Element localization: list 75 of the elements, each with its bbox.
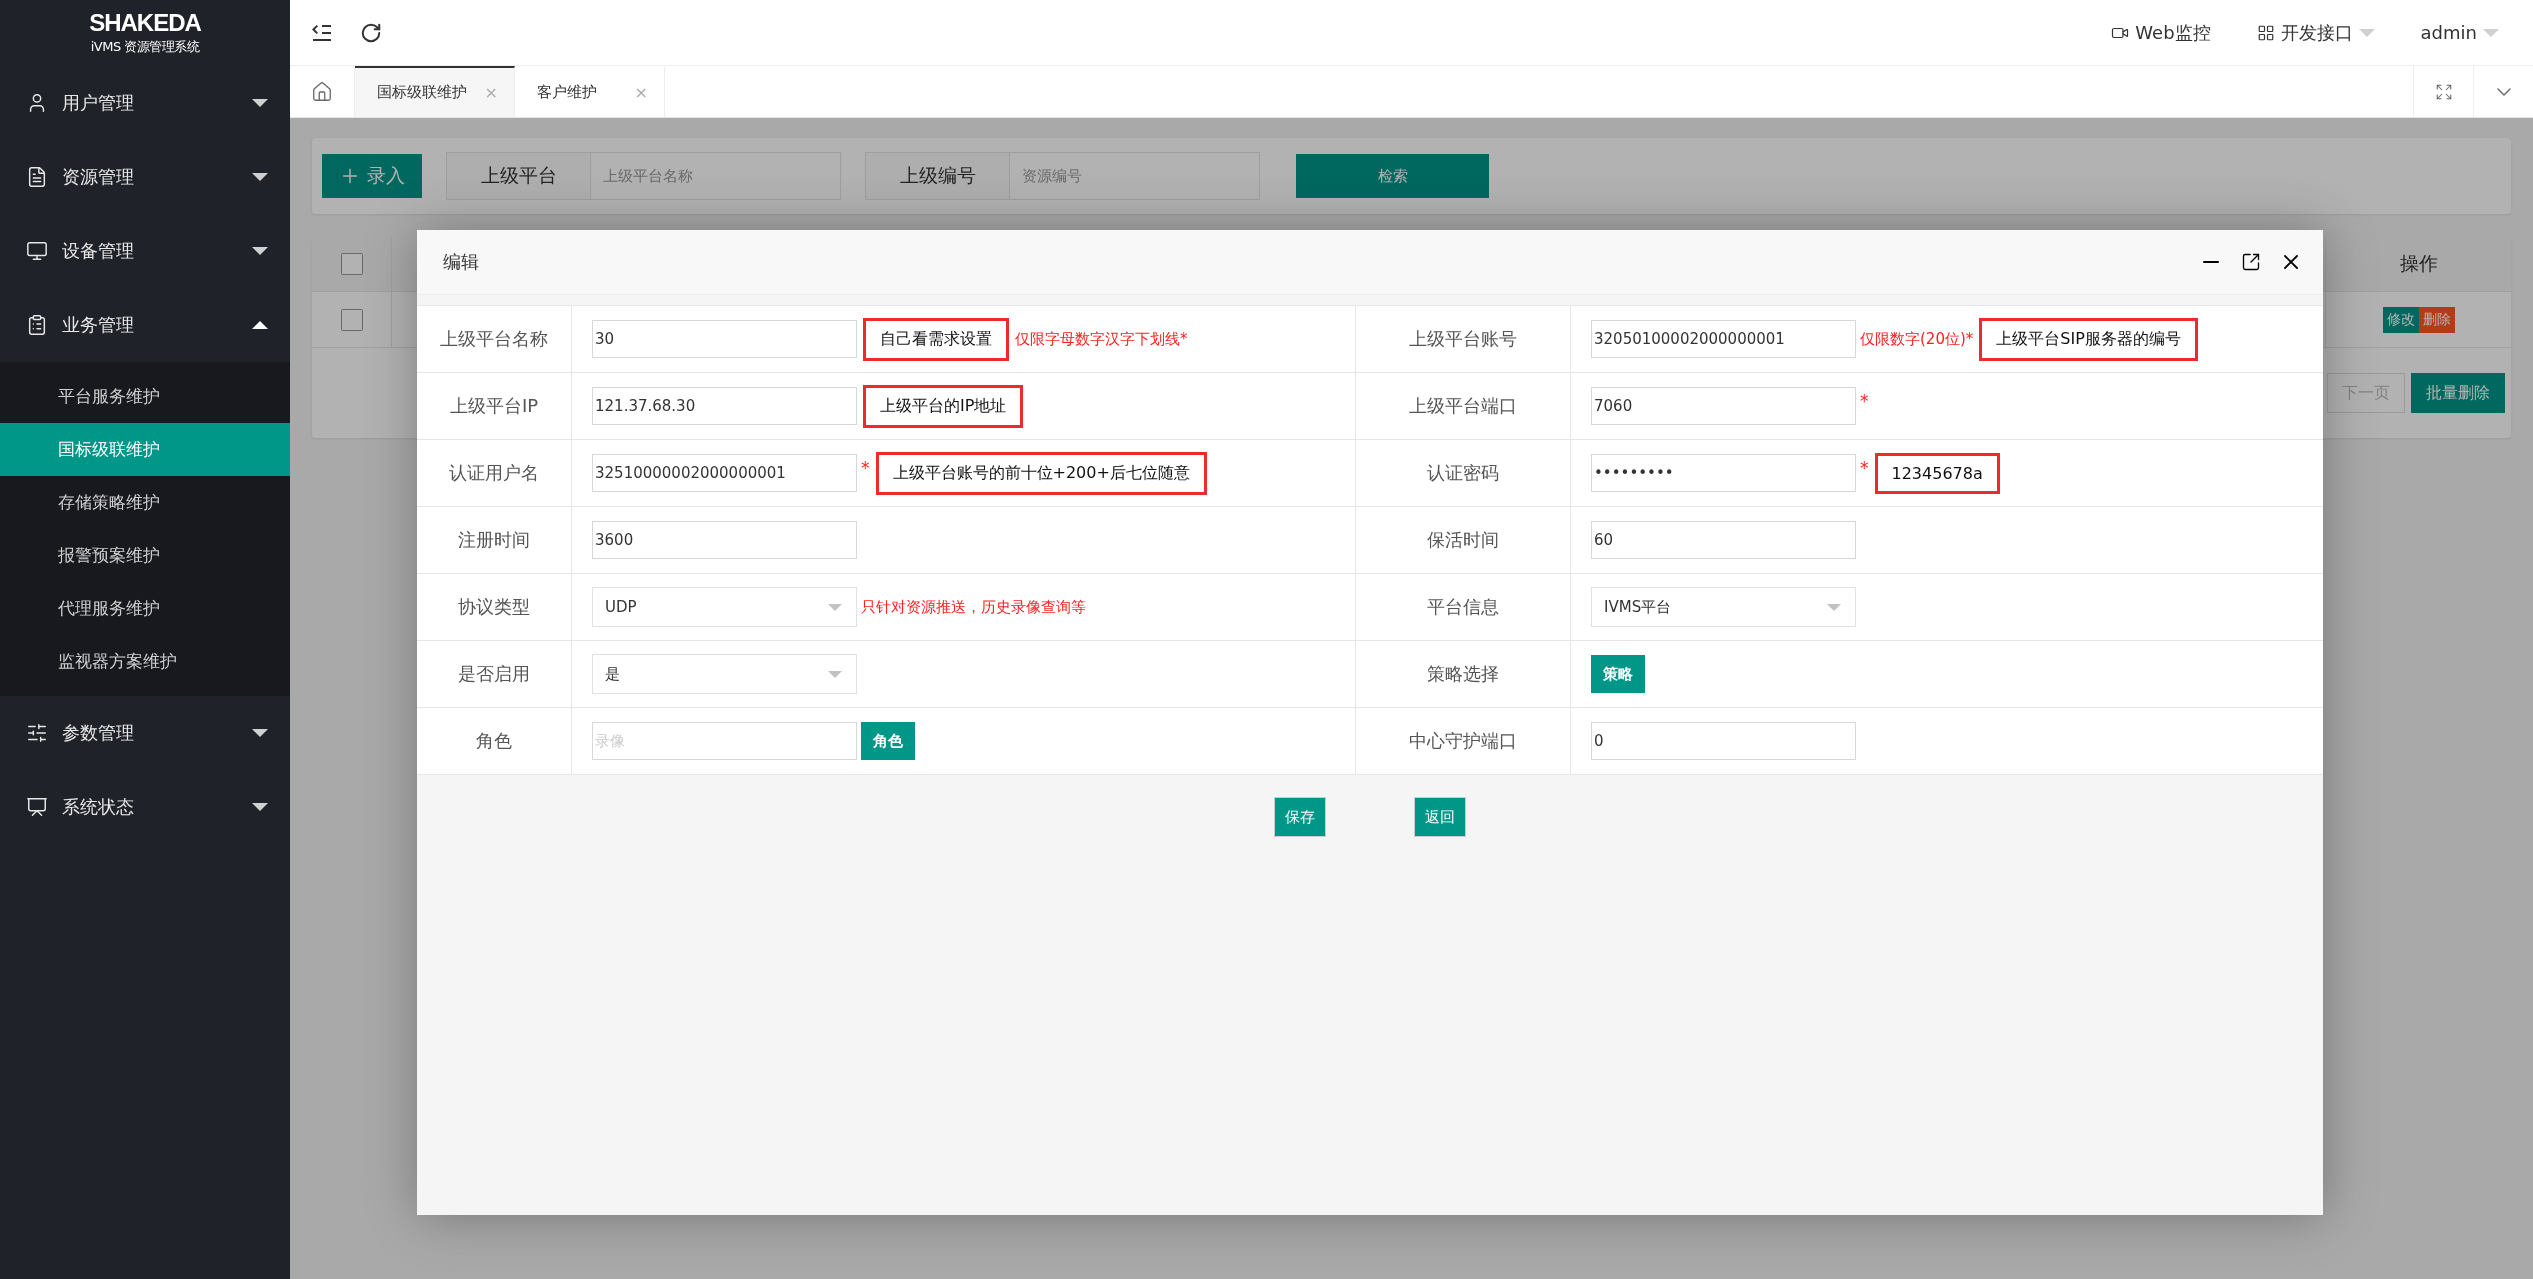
fullscreen-icon[interactable] — [2434, 82, 2453, 101]
text-field[interactable]: 7060 — [1591, 387, 1856, 425]
text-field[interactable]: 30 — [592, 320, 857, 358]
form-label: 中心守护端口 — [1355, 708, 1571, 775]
sidebar-menu-item[interactable]: 用户管理 — [0, 66, 290, 140]
filter-field[interactable]: 上级平台名称 — [591, 152, 841, 200]
select-field[interactable]: 是 — [592, 654, 857, 694]
sidebar-menu-item[interactable]: 业务管理 — [0, 288, 290, 362]
role-button[interactable]: 角色 — [861, 722, 915, 760]
annotation-callout: 上级平台的IP地址 — [863, 384, 1024, 428]
required-asterisk: * — [861, 458, 870, 478]
filter-label: 上级编号 — [865, 152, 1010, 200]
home-icon — [311, 80, 333, 103]
caret-icon — [1827, 603, 1841, 611]
page-tab[interactable]: 国标级联维护 × — [355, 66, 515, 117]
sidebar-submenu-item[interactable]: 监视器方案维护 — [0, 635, 290, 688]
grid-icon — [2256, 23, 2275, 42]
form-label: 上级平台端口 — [1355, 373, 1571, 440]
sidebar-menu-item[interactable]: 系统状态 — [0, 770, 290, 844]
sidebar-submenu-item[interactable]: 平台服务维护 — [0, 370, 290, 423]
validation-hint: 仅限数字(20位)* — [1860, 329, 1974, 349]
text-field[interactable]: 0 — [1591, 722, 1856, 760]
caret-icon — [828, 603, 842, 611]
form-label: 认证密码 — [1355, 440, 1571, 507]
form-label: 是否启用 — [417, 641, 572, 708]
sidebar-menu-item[interactable]: 资源管理 — [0, 140, 290, 214]
form-label: 上级平台IP — [417, 373, 572, 440]
caret-icon — [828, 670, 842, 678]
sidebar-submenu-item[interactable]: 存储策略维护 — [0, 476, 290, 529]
form-label: 上级平台账号 — [1355, 306, 1571, 373]
form-label: 上级平台名称 — [417, 306, 572, 373]
form-label: 协议类型 — [417, 574, 572, 641]
logo-text: SHAKEDA — [89, 10, 201, 35]
topbar-link[interactable]: Web监控 — [2101, 20, 2221, 45]
validation-hint: 仅限字母数字汉字下划线* — [1015, 329, 1188, 349]
text-field[interactable]: 3600 — [592, 521, 857, 559]
refresh-icon[interactable] — [360, 21, 382, 44]
sidebar-submenu-item[interactable]: 国标级联维护 — [0, 423, 290, 476]
save-button[interactable]: 保存 — [1274, 797, 1326, 837]
annotation-callout: 上级平台账号的前十位+200+后七位随意 — [875, 451, 1207, 495]
required-asterisk: * — [1860, 391, 1869, 411]
filter-label: 上级平台 — [446, 152, 591, 200]
text-field[interactable]: 32050100002000000001 — [1591, 320, 1856, 358]
text-field[interactable]: 121.37.68.30 — [592, 387, 857, 425]
form-label: 策略选择 — [1355, 641, 1571, 708]
filter-field[interactable]: 资源编号 — [1010, 152, 1260, 200]
annotation-callout: 12345678a — [1874, 452, 2000, 494]
select-field[interactable]: UDP — [592, 587, 857, 627]
dialog-title: 编辑 — [443, 250, 480, 274]
checkbox[interactable] — [340, 308, 363, 331]
form-label: 平台信息 — [1355, 574, 1571, 641]
select-field[interactable]: IVMS平台 — [1591, 587, 1856, 627]
sidebar-submenu-item[interactable]: 报警预案维护 — [0, 529, 290, 582]
maximize-icon[interactable] — [2241, 252, 2261, 272]
annotation-callout: 自己看需求设置 — [863, 317, 1009, 361]
sidebar-menu-item[interactable]: 设备管理 — [0, 214, 290, 288]
checkbox[interactable] — [340, 252, 363, 275]
sidebar-submenu-item[interactable]: 代理服务维护 — [0, 582, 290, 635]
required-asterisk: * — [1860, 458, 1869, 478]
text-field[interactable]: 60 — [1591, 521, 1856, 559]
annotation-callout: 上级平台SIP服务器的编号 — [1979, 317, 2198, 361]
text-field[interactable]: 32510000002000000001 — [592, 454, 857, 492]
form-label: 注册时间 — [417, 507, 572, 574]
form-label: 认证用户名 — [417, 440, 572, 507]
column-header: 操作 — [2325, 236, 2511, 291]
back-button[interactable]: 返回 — [1414, 797, 1466, 837]
logo-subtitle: iVMS 资源管理系统 — [90, 37, 200, 56]
topbar-link[interactable]: admin — [2410, 22, 2509, 43]
form-label: 角色 — [417, 708, 572, 775]
form-label: 保活时间 — [1355, 507, 1571, 574]
validation-hint: 只针对资源推送，历史录像查询等 — [861, 597, 1086, 617]
text-field[interactable]: ••••••••• — [1591, 454, 1856, 492]
strategy-button[interactable]: 策略 — [1591, 655, 1645, 693]
sidebar-menu-item[interactable]: 参数管理 — [0, 696, 290, 770]
topbar-link[interactable]: 开发接口 — [2246, 20, 2385, 45]
